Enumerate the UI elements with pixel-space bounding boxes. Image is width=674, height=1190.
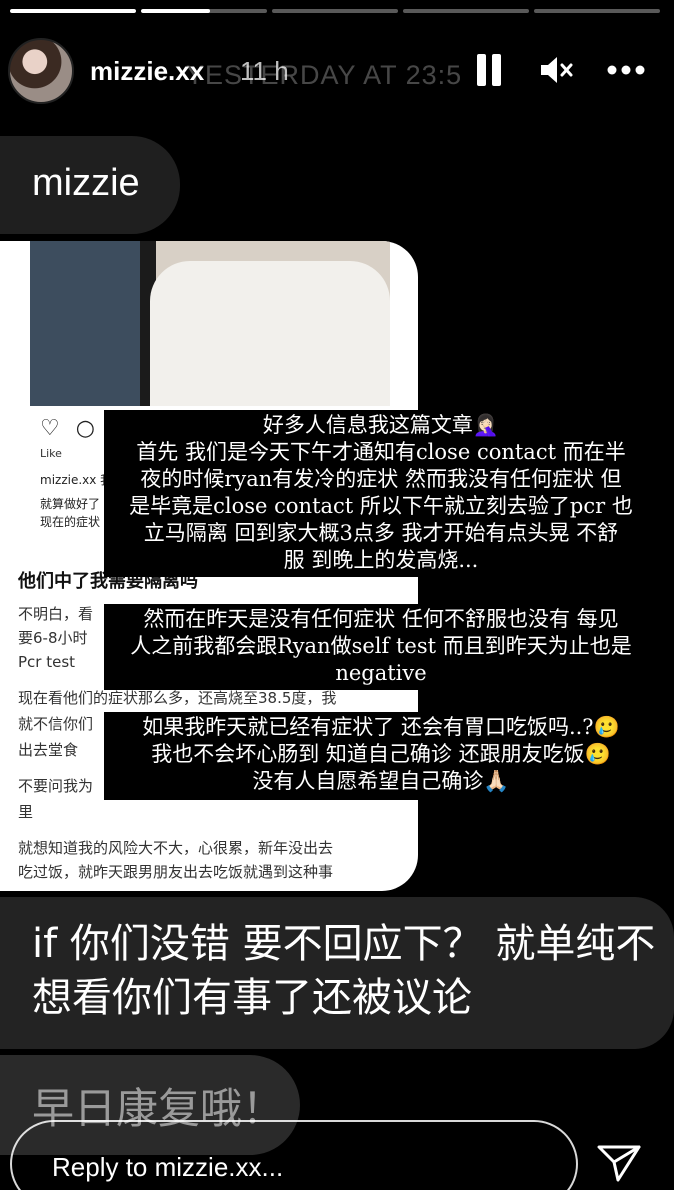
overlay-line: 如果我昨天就已经有症状了 还会有胃口吃饭吗..?🥲 (142, 715, 620, 739)
post-text: 吃过饭，就昨天跟男朋友出去吃饭就遇到这种事 (18, 863, 334, 881)
post-text: 出去堂食 (18, 741, 79, 759)
overlay-line: 首先 我们是今天下午才通知有close contact 而在半 (136, 440, 626, 464)
likes-text: Like (40, 447, 62, 460)
photo (30, 241, 390, 406)
ghost-timestamp: YESTERDAY AT 23:5 (186, 60, 463, 90)
overlay-line: 没有人自愿希望自己确诊🙏🏻 (252, 769, 510, 793)
send-icon[interactable] (596, 1142, 642, 1184)
overlay-line: 立马隔离 回到家大概3点多 我才开始有点头晃 不舒 (143, 521, 619, 545)
post-text: 要6-8小时 (18, 629, 88, 647)
post-text: 就想知道我的风险大不大，心很累，新年没出去 (18, 839, 334, 857)
overlay-line: 人之前我都会跟Ryan做self test 而且到昨天为止也是 (130, 634, 632, 658)
username[interactable]: mizzie.xx (90, 56, 204, 87)
overlay-text-block: 好多人信息我这篇文章🤦🏻‍♀️ 首先 我们是今天下午才通知有close cont… (104, 410, 658, 577)
overlay-line: 服 到晚上的发高烧... (283, 548, 479, 572)
post-text: 就不信你们 (18, 715, 94, 733)
post-text: 不要问我为 (18, 777, 94, 795)
more-icon[interactable] (606, 58, 646, 82)
overlay-line: 好多人信息我这篇文章🤦🏻‍♀️ (262, 413, 500, 437)
post-text: 现在看他们的症状那么多，还高烧至38.5度，我 (18, 689, 337, 707)
bubble-text: mizzie (32, 162, 140, 204)
comment-icon: ○ (75, 416, 95, 441)
post-text: 不明白，看 (18, 605, 94, 623)
message-bubble: if 你们没错 要不回应下？ 就单纯不想看你们有事了还被议论 (0, 897, 674, 1049)
avatar[interactable] (8, 38, 74, 104)
overlay-line: 然而在昨天是没有任何症状 任何不舒服也没有 每见 (143, 607, 619, 631)
progress-segment (403, 9, 529, 13)
overlay-text-block: 然而在昨天是没有任何症状 任何不舒服也没有 每见 人之前我都会跟Ryan做sel… (104, 604, 658, 690)
pause-icon[interactable] (474, 54, 504, 86)
bubble-text: if 你们没错 要不回应下？ 就单纯不想看你们有事了还被议论 (32, 921, 656, 1021)
story-header: YESTERDAY AT 23:5 mizzie.xx 11 h (8, 36, 662, 104)
mute-icon[interactable] (538, 52, 574, 88)
message-bubble: mizzie (0, 136, 180, 234)
story-time: 11 h (240, 56, 289, 86)
overlay-line: negative (335, 661, 427, 685)
caption-line: mizzie.xx 我 (40, 473, 113, 487)
reply-placeholder: Reply to mizzie.xx... (52, 1152, 284, 1182)
post-action-icons: ♡ ○ (40, 416, 95, 441)
overlay-text-block: 如果我昨天就已经有症状了 还会有胃口吃饭吗..?🥲 我也不会坏心肠到 知道自己确… (104, 712, 658, 800)
reply-input[interactable]: Reply to mizzie.xx... (10, 1120, 578, 1190)
post-text: Pcr test (18, 653, 76, 671)
post-text: 里 (18, 803, 34, 821)
heart-icon: ♡ (40, 416, 60, 441)
story-progress (10, 9, 660, 13)
progress-segment (10, 9, 136, 13)
progress-segment (272, 9, 398, 13)
overlay-line: 是毕竟是close contact 所以下午就立刻去验了pcr 也 (129, 494, 633, 518)
progress-segment (534, 9, 660, 13)
caption-line: 现在的症状 (40, 515, 101, 529)
progress-segment (141, 9, 267, 13)
overlay-line: 我也不会坏心肠到 知道自己确诊 还跟朋友吃饭🥲 (151, 742, 611, 766)
overlay-line: 夜的时候ryan有发冷的症状 然而我没有任何症状 但 (140, 467, 622, 491)
caption-line: 就算做好了 (40, 497, 101, 511)
